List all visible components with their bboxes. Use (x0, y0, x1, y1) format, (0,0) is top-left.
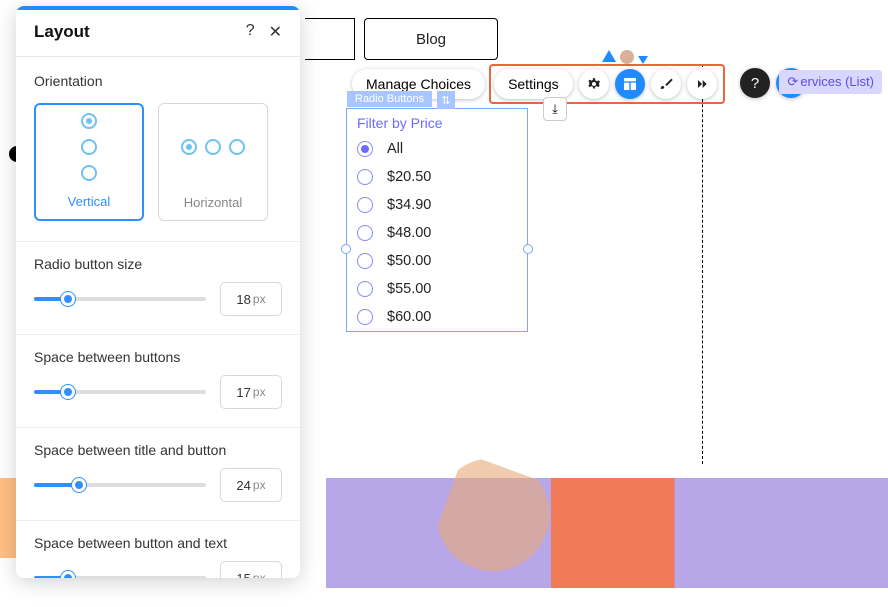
radio-icon (357, 281, 373, 297)
image-placeholder (326, 478, 888, 588)
slider-section: Space between buttons 17px (16, 335, 300, 428)
widget-title: Filter by Price (347, 109, 527, 135)
slider-value-input[interactable]: 17px (220, 375, 282, 409)
radio-label: $50.00 (387, 253, 431, 269)
toolbar-highlight: Settings (489, 64, 725, 104)
radio-option[interactable]: $55.00 (347, 275, 527, 303)
radio-option[interactable]: $48.00 (347, 219, 527, 247)
slider-track[interactable] (34, 297, 206, 301)
panel-header: Layout ? ✕ (16, 10, 300, 57)
slider-value: 18 (236, 292, 250, 307)
close-icon[interactable]: ✕ (269, 22, 282, 42)
button-label: Manage Choices (366, 76, 471, 92)
radio-icon (357, 169, 373, 185)
panel-title: Layout (34, 22, 90, 42)
radio-icon (357, 309, 373, 325)
orientation-section: Orientation Vertical Horizontal (16, 57, 300, 242)
anchor-markers (602, 50, 648, 64)
radio-option[interactable]: $60.00 (347, 303, 527, 331)
layout-panel: Layout ? ✕ Orientation Vertical Horizonta… (16, 6, 300, 578)
radio-option[interactable]: All (347, 135, 527, 163)
radio-option[interactable]: $20.50 (347, 163, 527, 191)
slider-value-input[interactable]: 24px (220, 468, 282, 502)
radio-option[interactable]: $50.00 (347, 247, 527, 275)
orientation-vertical[interactable]: Vertical (34, 103, 144, 221)
slider-value-input[interactable]: 15px (220, 561, 282, 578)
slider-thumb[interactable] (61, 571, 75, 578)
slider-section: Space between button and text 15px (16, 521, 300, 578)
help-icon[interactable]: ? (246, 22, 255, 42)
nav-label: Blog (416, 31, 446, 48)
radio-label: $48.00 (387, 225, 431, 241)
selection-handle-right[interactable] (523, 244, 533, 254)
download-icon[interactable]: ⤓ (543, 97, 567, 121)
settings-button[interactable]: Settings (494, 69, 573, 99)
linked-dataset-label[interactable]: ⟳ervices (List) (779, 70, 882, 94)
help-icon[interactable]: ? (740, 68, 770, 98)
slider-label: Space between button and text (34, 535, 282, 551)
slider-label: Space between title and button (34, 442, 282, 458)
animation-icon[interactable] (687, 69, 717, 99)
radio-option[interactable]: $34.90 (347, 191, 527, 219)
orientation-caption: Horizontal (184, 195, 243, 210)
slider-unit: px (253, 385, 266, 399)
slider-label: Radio button size (34, 256, 282, 272)
guide-line (702, 64, 703, 464)
radio-buttons-widget[interactable]: Radio Buttons ⇅ ⤓ Filter by Price All$20… (346, 108, 528, 332)
slider-track[interactable] (34, 576, 206, 578)
button-label: Settings (508, 76, 559, 92)
radio-icon (357, 225, 373, 241)
radio-label: All (387, 141, 403, 157)
widget-type-tag: Radio Buttons (347, 91, 432, 107)
sync-icon[interactable]: ⇅ (437, 91, 455, 109)
slider-thumb[interactable] (61, 292, 75, 306)
slider-track[interactable] (34, 483, 206, 487)
slider-unit: px (253, 292, 266, 306)
radio-label: $60.00 (387, 309, 431, 325)
slider-value: 17 (236, 385, 250, 400)
slider-value: 15 (236, 571, 250, 579)
nav-item-blog[interactable]: Blog (364, 18, 498, 60)
radio-label: $20.50 (387, 169, 431, 185)
slider-thumb[interactable] (72, 478, 86, 492)
radio-icon (357, 253, 373, 269)
orientation-caption: Vertical (68, 194, 111, 209)
slider-track[interactable] (34, 390, 206, 394)
design-brush-icon[interactable] (651, 69, 681, 99)
slider-unit: px (253, 571, 266, 578)
slider-label: Space between buttons (34, 349, 282, 365)
link-text: ervices (List) (800, 74, 874, 89)
slider-value-input[interactable]: 18px (220, 282, 282, 316)
slider-unit: px (253, 478, 266, 492)
orientation-label: Orientation (34, 73, 282, 89)
slider-value: 24 (236, 478, 250, 493)
settings-gear-icon[interactable] (579, 69, 609, 99)
radio-label: $34.90 (387, 197, 431, 213)
radio-icon (357, 141, 373, 157)
slider-section: Radio button size 18px (16, 242, 300, 335)
layout-icon[interactable] (615, 69, 645, 99)
slider-section: Space between title and button 24px (16, 428, 300, 521)
orientation-horizontal[interactable]: Horizontal (158, 103, 268, 221)
selection-handle-left[interactable] (341, 244, 351, 254)
nav-item-partial[interactable] (305, 18, 355, 60)
slider-thumb[interactable] (61, 385, 75, 399)
radio-label: $55.00 (387, 281, 431, 297)
radio-icon (357, 197, 373, 213)
